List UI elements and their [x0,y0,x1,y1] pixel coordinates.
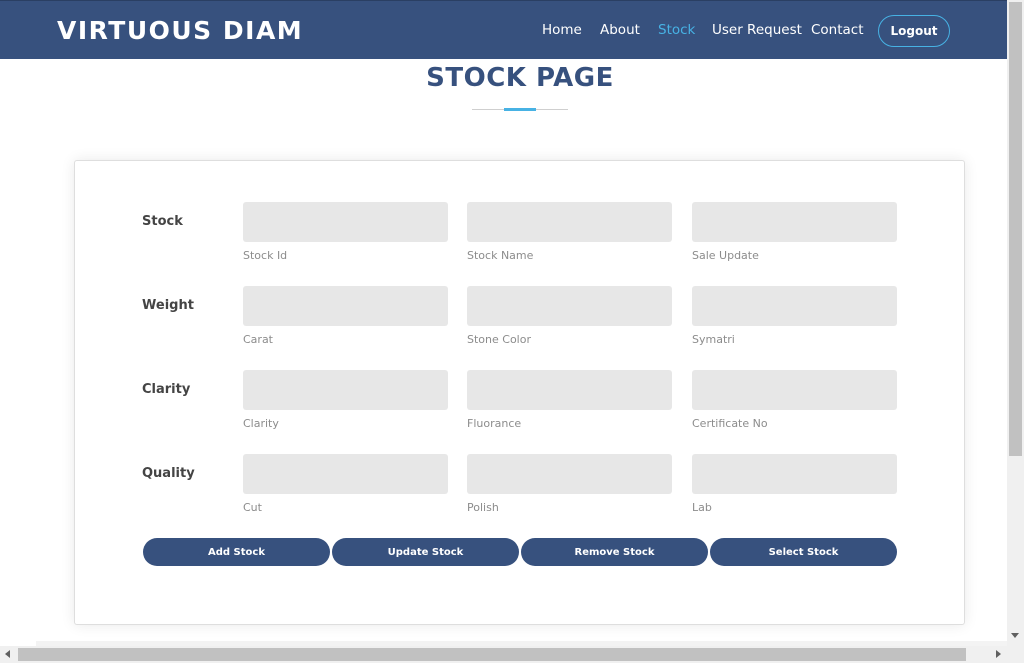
title-accent-bar [504,108,536,111]
cut-help: Cut [243,501,262,514]
remove-stock-button[interactable]: Remove Stock [521,538,708,566]
brand-logo[interactable]: VIRTUOUS DIAM [57,16,303,45]
nav-user-request[interactable]: User Request [712,22,802,38]
clarity-help: Clarity [243,417,279,430]
nav-stock[interactable]: Stock [658,22,695,38]
scroll-left-arrow-icon[interactable] [5,650,10,658]
carat-help: Carat [243,333,273,346]
scroll-down-arrow-icon[interactable] [1011,633,1019,638]
polish-input[interactable] [467,454,672,494]
fluorance-help: Fluorance [467,417,522,430]
nav-home[interactable]: Home [542,22,582,38]
nav-about[interactable]: About [600,22,640,38]
row-label-stock: Stock [142,214,183,229]
stock-name-input[interactable] [467,202,672,242]
carat-input[interactable] [243,286,448,326]
stock-id-help: Stock Id [243,249,288,262]
polish-help: Polish [467,501,499,514]
select-stock-button[interactable]: Select Stock [710,538,897,566]
stone-color-help: Stone Color [467,333,531,346]
certificate-no-help: Certificate No [692,417,768,430]
logout-button[interactable]: Logout [878,15,950,47]
update-stock-button[interactable]: Update Stock [332,538,519,566]
top-navbar: VIRTUOUS DIAM Home About Stock User Requ… [0,0,1007,59]
cut-input[interactable] [243,454,448,494]
row-label-clarity: Clarity [142,382,191,397]
stone-color-input[interactable] [467,286,672,326]
horizontal-scroll-thumb[interactable] [18,648,966,661]
lab-help: Lab [692,501,712,514]
stock-name-help: Stock Name [467,249,534,262]
lab-input[interactable] [692,454,897,494]
horizontal-scrollbar[interactable] [0,646,1024,663]
stock-id-input[interactable] [243,202,448,242]
symatri-help: Symatri [692,333,735,346]
vertical-scroll-thumb[interactable] [1009,2,1022,456]
vertical-scrollbar[interactable] [1007,0,1024,646]
fluorance-input[interactable] [467,370,672,410]
nav-contact[interactable]: Contact [811,22,864,38]
sale-update-input[interactable] [692,202,897,242]
clarity-input[interactable] [243,370,448,410]
certificate-no-input[interactable] [692,370,897,410]
scroll-right-arrow-icon[interactable] [996,650,1001,658]
symatri-input[interactable] [692,286,897,326]
add-stock-button[interactable]: Add Stock [143,538,330,566]
row-label-weight: Weight [142,298,194,313]
page-title: STOCK PAGE [426,63,614,93]
row-label-quality: Quality [142,466,195,481]
sale-update-help: Sale Update [692,249,759,262]
